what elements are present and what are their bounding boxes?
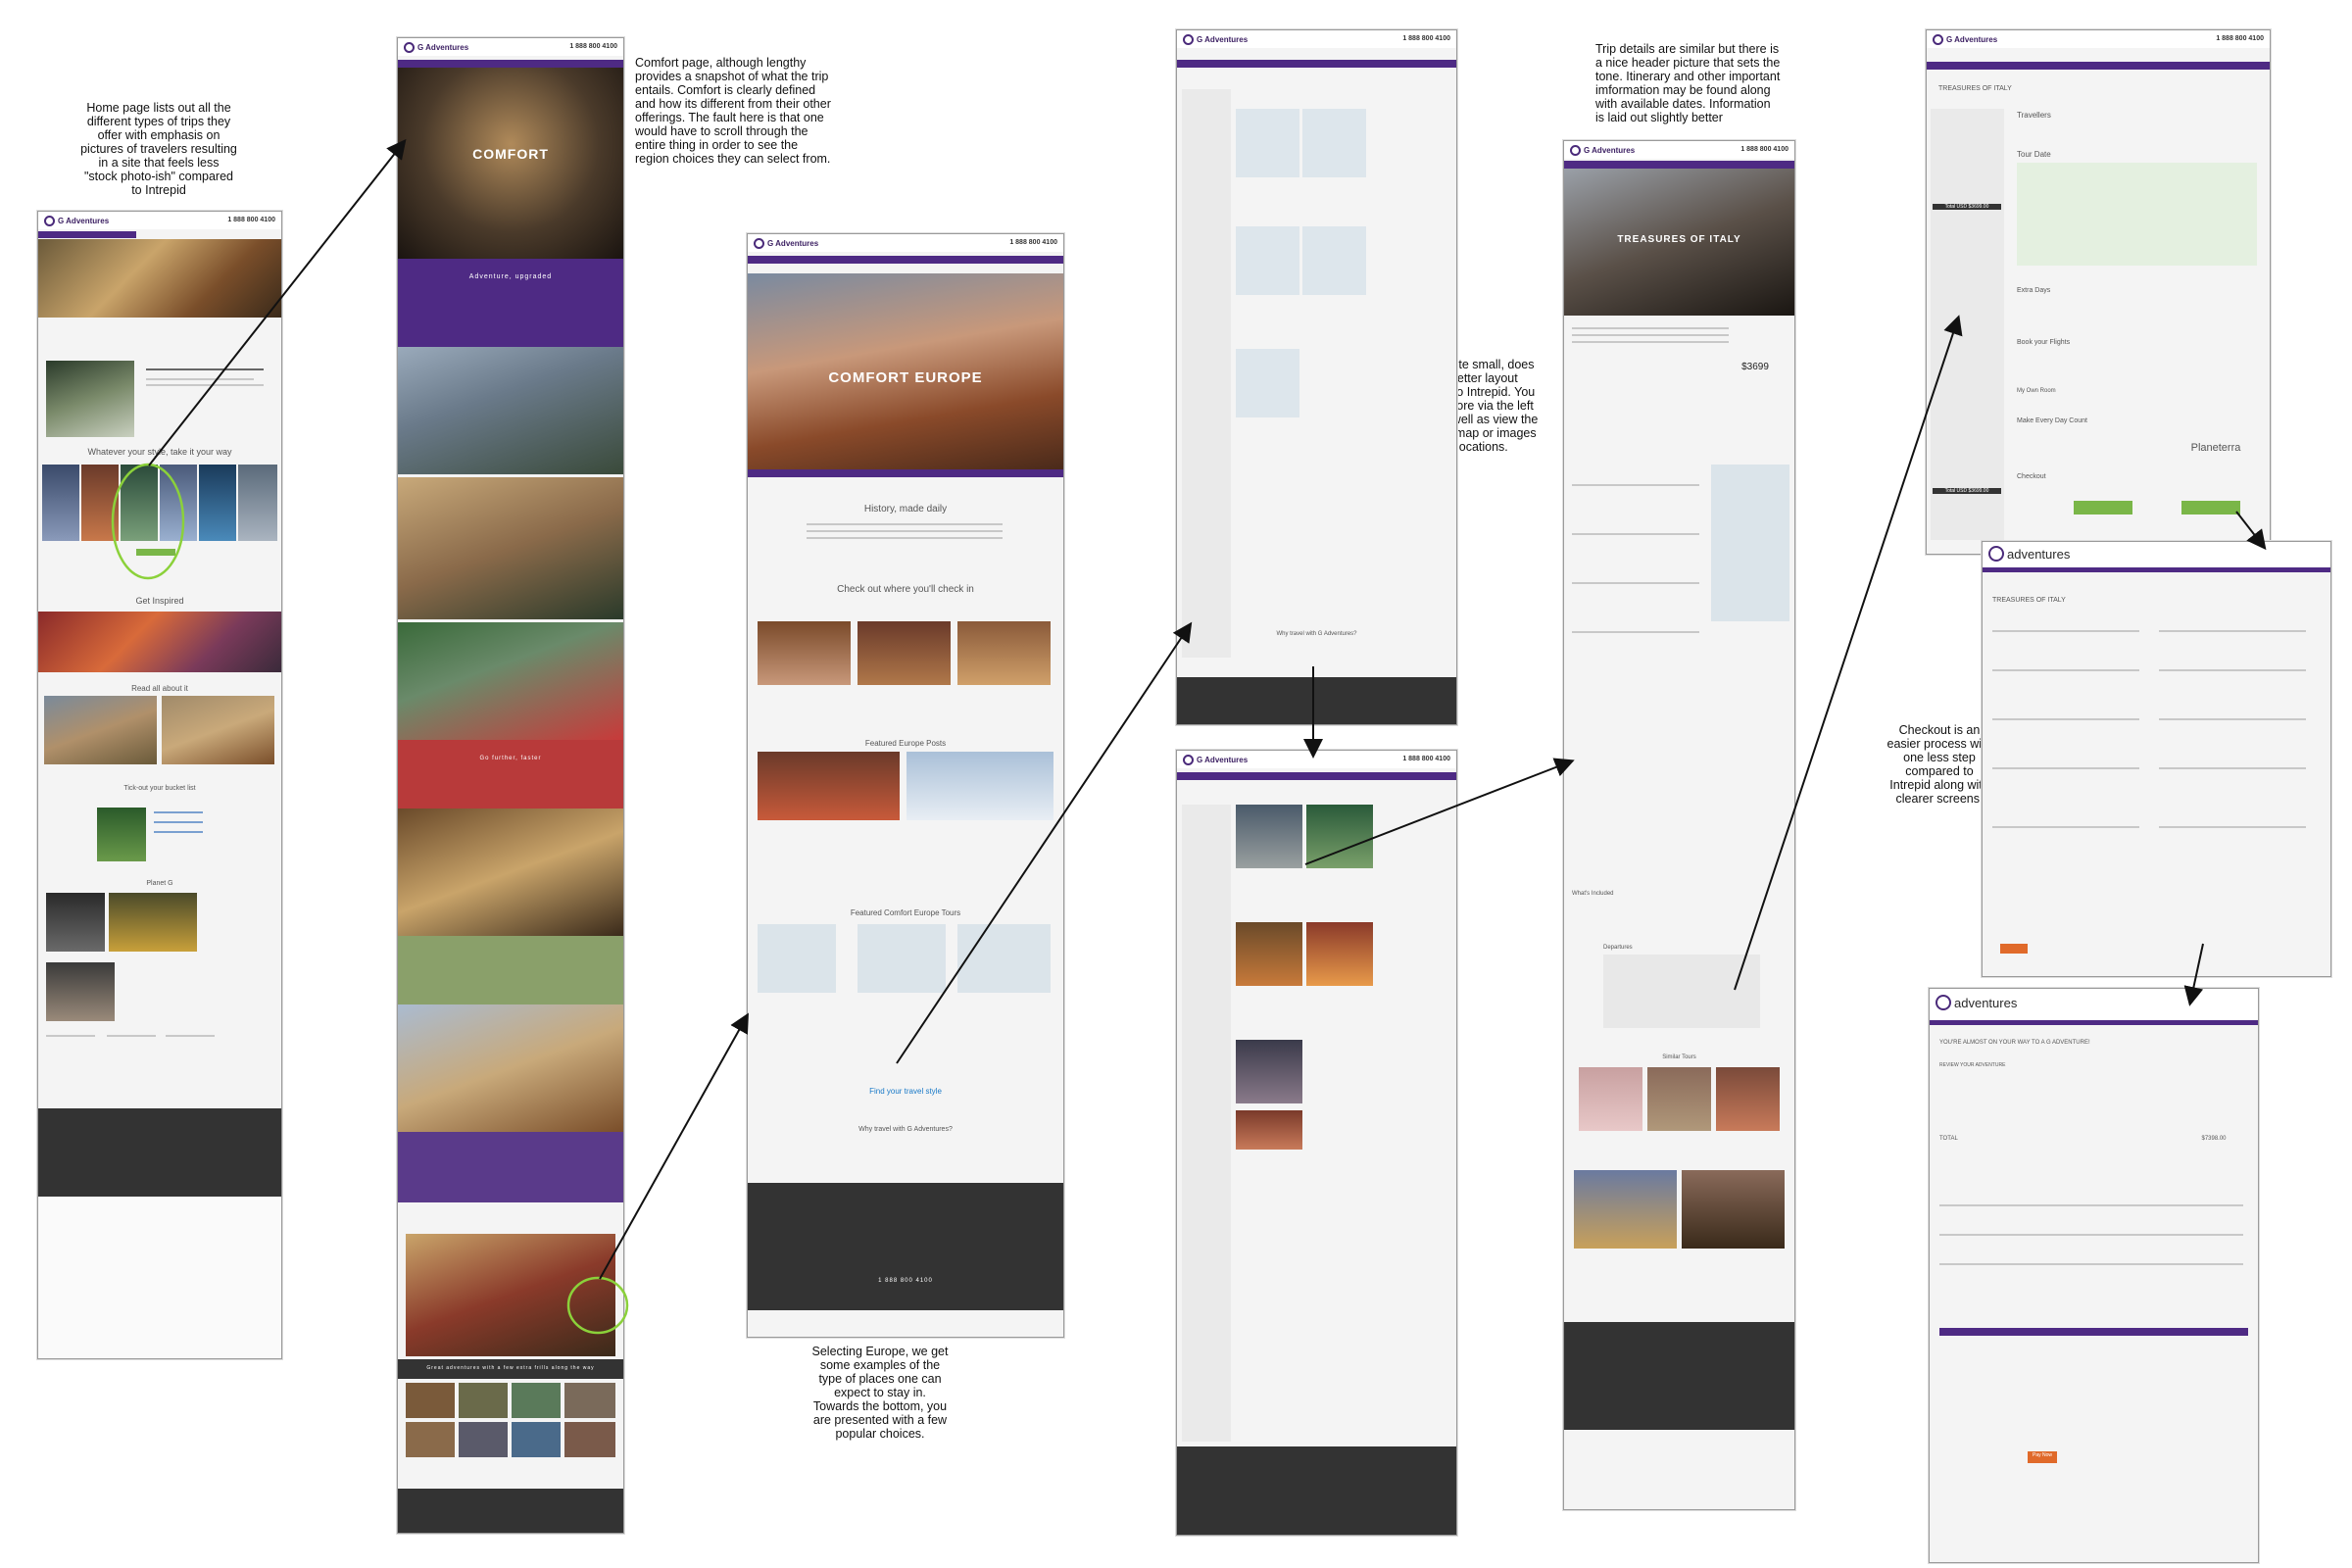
arrow-list-to-details	[1304, 758, 1575, 865]
arrow-comfort-to-europe	[599, 1012, 749, 1280]
arrow-passenger-to-review	[2183, 943, 2204, 1006]
highlight-circle-comfort	[566, 1276, 629, 1335]
annotation-arrows	[111, 138, 2267, 1335]
arrow-details-to-booking	[1734, 315, 1963, 991]
arrow-booking-to-passenger	[2235, 511, 2267, 551]
highlight-circle-home	[111, 463, 185, 580]
arrow-home-to-comfort	[148, 138, 407, 466]
arrow-europe-to-list	[896, 621, 1193, 1064]
